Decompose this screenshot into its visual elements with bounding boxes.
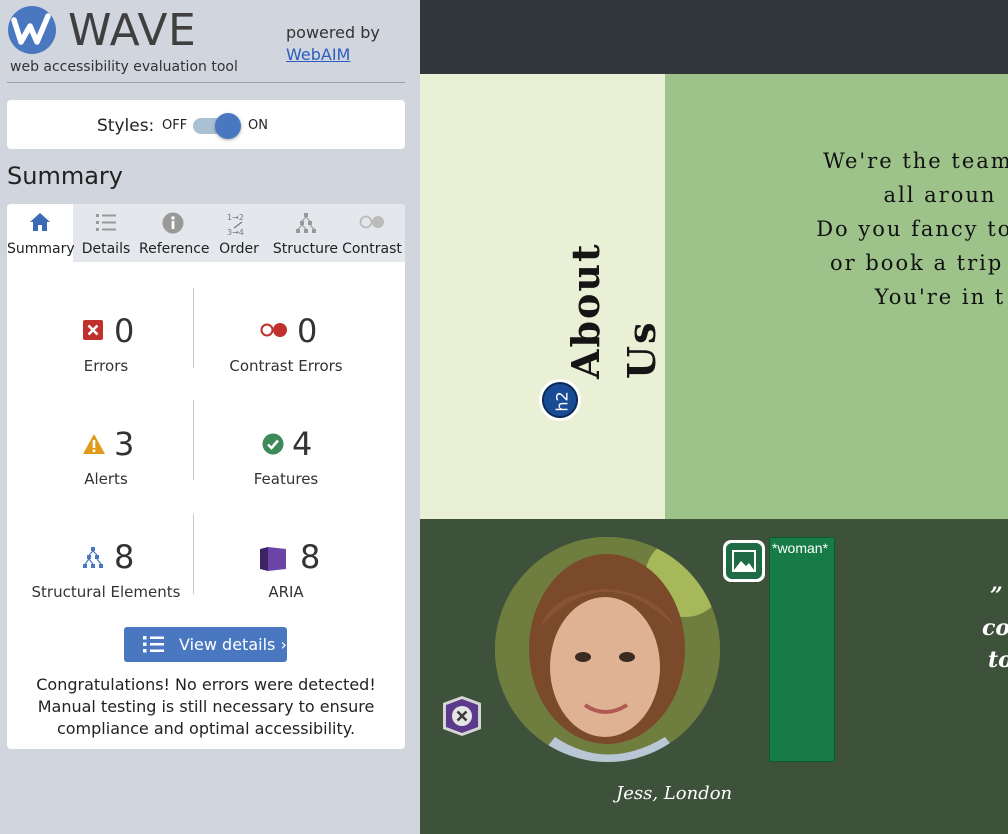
metric-structural-elements[interactable]: 8 Structural Elements [16,538,196,601]
metric-contrast-errors[interactable]: 0 Contrast Errors [196,312,376,375]
structural-elements-count: 8 [114,538,135,576]
tab-reference-label: Reference [139,241,210,257]
structure-icon [272,212,339,234]
image-alt-text: *woman* [772,540,829,556]
metric-alerts[interactable]: 3 Alerts [16,425,196,488]
testimonial-caption: Jess, London [616,783,733,804]
tab-summary-label: Summary [7,241,75,257]
about-us-heading: About Us [563,242,664,379]
metric-errors[interactable]: 0 Errors [16,312,196,375]
list-icon [143,635,165,657]
errors-label: Errors [83,357,129,375]
tab-order-label: Order [219,241,259,257]
home-icon [7,212,73,234]
tab-details[interactable]: Details [73,204,139,262]
feature-icon [262,433,284,460]
alerts-count: 3 [114,425,135,463]
aria-count: 8 [300,538,321,576]
quote-line: ” [990,583,1003,609]
image-alt-text-box: *woman* [769,537,835,762]
intro-line: You're in t [874,285,1006,309]
h2-badge-inner: h2 [542,382,578,418]
info-icon [139,212,206,234]
wave-sidebar: WAVE web accessibility evaluation tool p… [0,0,420,834]
tab-contrast[interactable]: Contrast [339,204,405,262]
error-icon [83,320,103,345]
testimonial-quote: ” co to [982,580,1008,676]
view-details-button[interactable]: View details › [124,627,287,662]
aria-label: ARIA [268,583,304,601]
aria-icon [259,546,287,577]
powered-by: powered by WebAIM [286,22,380,66]
alert-icon [82,433,106,460]
styles-off-label: OFF [162,118,188,133]
styles-toggle-knob[interactable] [215,113,241,139]
tab-structure-label: Structure [272,241,339,257]
structure-icon [80,546,106,575]
h2-heading-icon[interactable]: h2 [539,379,581,421]
image-alt-icon[interactable] [722,539,766,583]
contrast-errors-count: 0 [297,312,318,350]
page-preview: About Us h2 We're the team wh all aroun … [420,0,1008,834]
tab-reference[interactable]: Reference [139,204,210,262]
metric-features[interactable]: 4 Features [196,425,376,488]
webaim-link[interactable]: WebAIM [286,45,350,64]
quote-line: co [982,615,1008,641]
svg-text:3→4: 3→4 [227,228,244,236]
wave-wordmark: WAVE [68,5,197,56]
contrast-errors-label: Contrast Errors [229,357,343,375]
testimonial-photo [495,537,720,762]
tab-details-label: Details [81,241,131,257]
styles-toggle-panel: Styles: OFF ON [7,100,405,149]
intro-line: or book a trip thr [830,251,1008,275]
order-icon: 1→2 3→4 [206,212,272,236]
intro-line: all aroun [883,183,997,207]
intro-line: Do you fancy to sha [816,217,1008,241]
tab-structure[interactable]: Structure [272,204,339,262]
structural-elements-label: Structural Elements [31,583,181,601]
aria-hidden-icon[interactable] [440,694,484,738]
view-details-label: View details › [179,635,287,654]
powered-by-text: powered by [286,23,380,42]
styles-label: Styles: [97,116,155,136]
metric-aria[interactable]: 8 ARIA [196,538,376,601]
h2-badge-label: h2 [552,391,572,412]
svg-text:1→2: 1→2 [227,213,244,222]
styles-on-label: ON [248,118,268,133]
intro-line: We're the team wh [823,149,1008,173]
summary-panel: Summary Details Reference 1→2 3→4 Order … [7,204,405,749]
alerts-label: Alerts [84,470,128,488]
features-label: Features [253,470,319,488]
intro-text: We're the team wh all aroun Do you fancy… [740,144,1008,314]
tab-summary[interactable]: Summary [7,204,75,262]
preview-header [420,0,1008,74]
contrast-icon [339,212,405,234]
quote-line: to [988,647,1008,673]
tab-bar: Summary Details Reference 1→2 3→4 Order … [7,204,405,262]
divider [7,82,405,83]
wave-logo-icon [8,6,56,54]
list-icon [73,212,139,234]
wave-tagline: web accessibility evaluation tool [10,59,238,75]
errors-count: 0 [114,312,135,350]
congrats-message: Congratulations! No errors were detected… [36,675,376,738]
contrast-error-icon [259,320,289,345]
summary-heading: Summary [7,162,123,190]
tab-contrast-label: Contrast [342,241,402,257]
tab-order[interactable]: 1→2 3→4 Order [206,204,272,262]
features-count: 4 [292,425,313,463]
